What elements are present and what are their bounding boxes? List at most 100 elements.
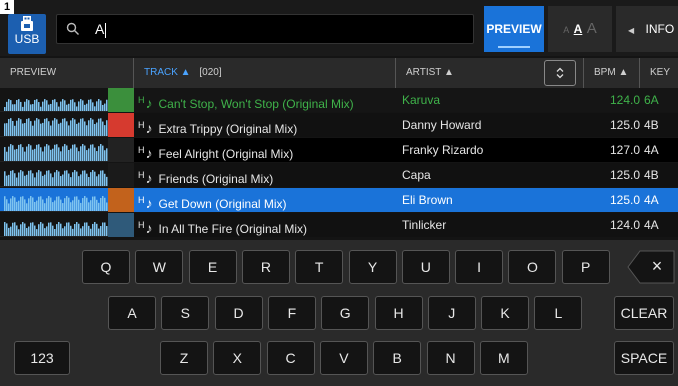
track-title: Friends (Original Mix) [158,172,274,186]
note-glyph: ♪ [145,170,153,186]
key-n[interactable]: N [426,341,475,375]
key-j[interactable]: J [427,296,476,330]
font-medium-glyph: A [573,22,583,36]
usb-source-button[interactable]: USB [8,14,46,54]
sort-toggle-button[interactable] [544,60,576,86]
font-size-button[interactable]: A A A [548,6,612,52]
waveform-preview[interactable] [4,189,108,211]
search-icon [66,22,79,35]
backspace-key[interactable]: × [626,250,676,284]
track-artist: Franky Rizardo [396,138,590,162]
music-note-icon: H [138,95,145,105]
track-key: 4A [640,138,678,162]
key-s[interactable]: S [161,296,210,330]
note-glyph: ♪ [145,95,153,111]
key-a[interactable]: A [108,296,156,330]
track-key: 4B [640,113,678,137]
triangle-left-icon: ◀ [628,26,635,35]
track-row[interactable]: H♪ In All The Fire (Original Mix) Tinlicke… [0,213,678,237]
search-query: A [95,21,105,37]
clear-key[interactable]: CLEAR [614,296,674,330]
text-caret [105,22,107,38]
album-art [108,188,134,212]
preview-column-header: PREVIEW [0,58,134,88]
space-key[interactable]: SPACE [614,341,674,375]
track-row[interactable]: H♪ Friends (Original Mix) Capa 125.0 4B [0,163,678,187]
key-p[interactable]: P [561,250,610,284]
key-l[interactable]: L [534,296,583,330]
preview-label: PREVIEW [486,22,542,36]
on-screen-keyboard: Q W E R T Y U I O P A S D F G H J K L Z X C V B N M 123 CLEAR SPACE × [0,240,678,386]
key-y[interactable]: Y [348,250,397,284]
key-d[interactable]: D [214,296,263,330]
deck-number-badge: 1 [0,0,14,14]
search-field[interactable]: A [56,14,474,44]
track-title: Can't Stop, Won't Stop (Original Mix) [158,97,354,111]
track-row[interactable]: H♪ Extra Trippy (Original Mix) Danny Howar… [0,113,678,137]
key-v[interactable]: V [319,341,368,375]
key-m[interactable]: M [479,341,528,375]
note-glyph: ♪ [145,120,153,136]
music-note-icon: H [138,195,145,205]
key-q[interactable]: Q [82,250,130,284]
track-bpm: 125.0 [584,163,644,187]
album-art [108,163,134,187]
key-k[interactable]: K [481,296,530,330]
track-title: Extra Trippy (Original Mix) [158,122,298,136]
track-title: Feel Alright (Original Mix) [158,147,294,161]
music-note-icon: H [138,145,145,155]
key-b[interactable]: B [373,341,422,375]
track-artist: Capa [396,163,590,187]
usb-drive-icon [21,16,33,31]
key-o[interactable]: O [508,250,557,284]
waveform-preview[interactable] [4,114,108,136]
album-art [108,213,134,237]
track-key: 4A [640,213,678,237]
key-f[interactable]: F [267,296,316,330]
font-large-glyph: A [586,20,597,37]
waveform-preview[interactable] [4,89,108,111]
numbers-key[interactable]: 123 [14,341,70,375]
key-z[interactable]: Z [160,341,208,375]
album-art [108,88,134,112]
usb-label: USB [14,32,40,46]
note-glyph: ♪ [145,195,153,211]
track-header-label: TRACK ▲ [144,67,191,78]
waveform-preview[interactable] [4,214,108,236]
key-e[interactable]: E [188,250,237,284]
sort-toggle-icon [556,67,564,79]
track-artist: Danny Howard [396,113,590,137]
waveform-preview[interactable] [4,139,108,161]
key-u[interactable]: U [401,250,450,284]
key-g[interactable]: G [321,296,370,330]
bpm-column-header[interactable]: BPM ▲ [584,58,640,88]
track-artist: Eli Brown [396,188,590,212]
track-row[interactable]: H♪ Can't Stop, Won't Stop (Original Mix) K… [0,88,678,112]
track-artist: Tinlicker [396,213,590,237]
track-list: H♪ Can't Stop, Won't Stop (Original Mix) K… [0,88,678,238]
track-bpm: 127.0 [584,138,644,162]
key-x[interactable]: X [213,341,262,375]
track-row[interactable]: H♪ Get Down (Original Mix) Eli Brown 125.0 4… [0,188,678,212]
track-bpm: 125.0 [584,113,644,137]
column-header-row: PREVIEW TRACK ▲ [020] ARTIST ▲ BPM ▲ KEY… [0,58,678,108]
key-column-header[interactable]: KEY ▲ [640,58,678,108]
key-h[interactable]: H [374,296,423,330]
note-glyph: ♪ [145,145,153,161]
track-count: [020] [199,67,222,78]
track-row[interactable]: H♪ Feel Alright (Original Mix) Franky Riza… [0,138,678,162]
font-small-glyph: A [563,25,570,35]
key-c[interactable]: C [266,341,315,375]
preview-button[interactable]: PREVIEW [484,6,544,52]
key-r[interactable]: R [241,250,290,284]
key-i[interactable]: I [455,250,504,284]
music-note-icon: H [138,220,145,230]
track-bpm: 125.0 [584,188,644,212]
key-w[interactable]: W [135,250,184,284]
waveform-preview[interactable] [4,164,108,186]
track-key: 6A [640,88,678,112]
key-t[interactable]: T [295,250,344,284]
track-column-header[interactable]: TRACK ▲ [020] [134,58,396,88]
info-label: INFO [645,22,675,36]
info-button[interactable]: ◀ INFO [616,6,678,52]
